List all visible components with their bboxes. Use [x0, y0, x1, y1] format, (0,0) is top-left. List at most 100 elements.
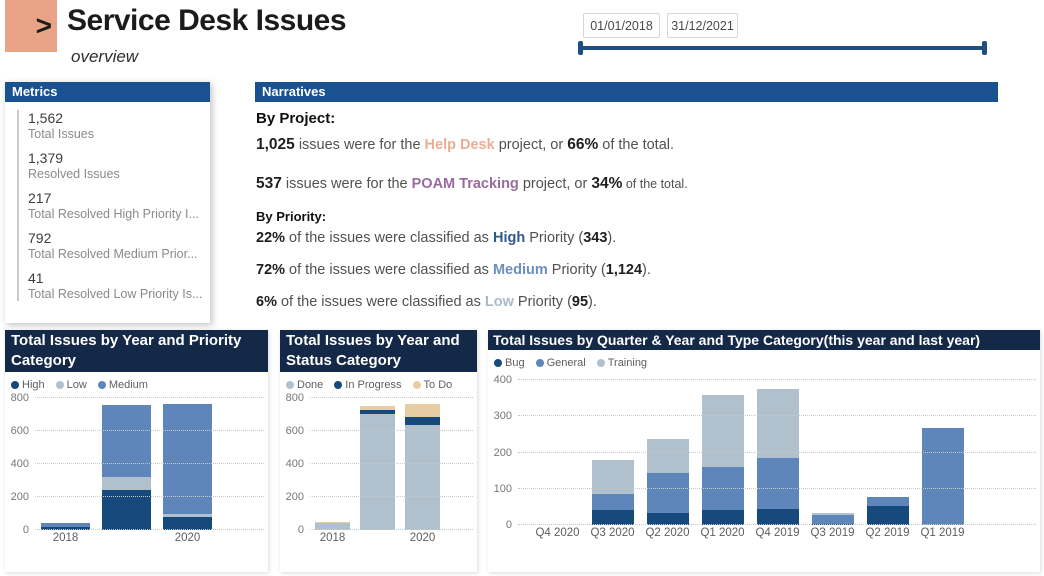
bar-segment-bug[interactable]	[702, 510, 744, 525]
bar-segment-bug[interactable]	[757, 509, 799, 525]
bar-segment-done[interactable]	[360, 414, 395, 530]
percent-value: 6%	[256, 294, 277, 310]
legend-item-high[interactable]: High	[11, 379, 45, 391]
plot-row: 0200400600800	[5, 398, 268, 530]
bar-segment-medium[interactable]	[102, 405, 151, 477]
percent-value: 66%	[567, 136, 598, 153]
y-axis: 0100200300400	[488, 380, 518, 525]
slider-track[interactable]	[580, 46, 985, 50]
dashboard: > Service Desk Issues overview Metrics 1…	[0, 0, 1044, 576]
issue-count: 343	[583, 230, 607, 246]
legend-item-general[interactable]: General	[536, 357, 586, 369]
metric-item[interactable]: 217Total Resolved High Priority I...	[28, 190, 210, 221]
legend-dot	[494, 359, 502, 367]
y-tick-label: 300	[494, 410, 512, 422]
chart-legend: High Low Medium	[5, 372, 268, 392]
percent-value: 34%	[591, 175, 622, 192]
narrative-text: project, or	[495, 137, 568, 153]
bar-segment-training[interactable]	[647, 439, 689, 473]
gridline	[310, 496, 473, 497]
x-axis-label	[96, 532, 157, 544]
bar-segment-to-do[interactable]	[405, 404, 440, 417]
bar-segment-bug[interactable]	[867, 506, 909, 525]
narrative-text: of the issues were classified as	[285, 262, 493, 278]
priority-high-label: High	[493, 230, 525, 246]
legend-label: Training	[608, 357, 647, 369]
plot-row: 0200400600800	[280, 398, 477, 530]
gridline	[310, 397, 473, 398]
narrative-line-help-desk: 1,025 issues were for the Help Desk proj…	[256, 136, 998, 154]
bar-q4-2019[interactable]	[757, 389, 799, 525]
bar-segment-bug[interactable]	[592, 510, 634, 525]
legend-item-training[interactable]: Training	[597, 357, 647, 369]
bar-segment-general[interactable]	[867, 497, 909, 506]
gridline	[310, 430, 473, 431]
metric-item[interactable]: 792Total Resolved Medium Prior...	[28, 230, 210, 261]
bar-2020[interactable]	[163, 404, 212, 530]
narratives-panel: Narratives By Project: 1,025 issues were…	[255, 82, 998, 310]
bar-q3-2020[interactable]	[592, 460, 634, 525]
legend-item-to-do[interactable]: To Do	[413, 379, 453, 391]
y-tick-label: 200	[494, 447, 512, 459]
legend-item-in-progress[interactable]: In Progress	[334, 379, 401, 391]
bars	[310, 398, 445, 530]
metric-item[interactable]: 41Total Resolved Low Priority Is...	[28, 270, 210, 301]
bar-segment-low[interactable]	[102, 477, 151, 490]
bar-segment-training[interactable]	[757, 389, 799, 458]
narrative-text: issues were for the	[282, 176, 412, 192]
legend-item-bug[interactable]: Bug	[494, 357, 525, 369]
bar-q2-2019[interactable]	[867, 497, 909, 525]
narrative-text: of the total.	[598, 137, 674, 153]
x-axis-spacer	[5, 532, 35, 544]
x-axis-label: Q2 2019	[860, 527, 915, 539]
bar-segment-general[interactable]	[592, 494, 634, 510]
x-axis-label: Q3 2019	[805, 527, 860, 539]
chart-title: Total Issues by Year and Status Category	[280, 330, 477, 372]
x-axis: Q4 2020Q3 2020Q2 2020Q1 2020Q4 2019Q3 20…	[488, 527, 1040, 539]
date-end-input[interactable]	[667, 13, 738, 38]
gridline	[518, 452, 1036, 453]
legend-item-done[interactable]: Done	[286, 379, 323, 391]
bar-segment-general[interactable]	[647, 473, 689, 513]
metric-item[interactable]: 1,379Resolved Issues	[28, 150, 210, 181]
narrative-text: Priority (	[525, 230, 583, 246]
legend-dot	[597, 359, 605, 367]
bar-2019[interactable]	[102, 405, 151, 530]
chart-issues-by-year-status: Total Issues by Year and Status Category…	[280, 330, 477, 572]
legend-label: General	[547, 357, 586, 369]
bar-segment-general[interactable]	[922, 428, 964, 525]
y-tick-label: 400	[494, 374, 512, 386]
bar-2020[interactable]	[405, 404, 440, 530]
legend-item-medium[interactable]: Medium	[98, 379, 148, 391]
legend-item-low[interactable]: Low	[56, 379, 87, 391]
gridline	[310, 529, 473, 530]
bar-segment-general[interactable]	[812, 515, 854, 524]
bar-2019[interactable]	[360, 406, 395, 530]
y-tick-label: 600	[11, 425, 29, 437]
bar-q1-2019[interactable]	[922, 428, 964, 525]
bar-segment-training[interactable]	[592, 460, 634, 494]
by-priority-heading: By Priority:	[256, 209, 998, 224]
bar-segment-general[interactable]	[757, 458, 799, 509]
bar-segment-done[interactable]	[405, 425, 440, 530]
date-start-input[interactable]	[583, 13, 660, 38]
gridline	[35, 430, 264, 431]
date-range-slider[interactable]	[578, 41, 987, 55]
bar-column	[96, 405, 157, 530]
bar-segment-medium[interactable]	[163, 404, 212, 514]
gridline	[518, 488, 1036, 489]
gridline	[310, 463, 473, 464]
metric-value: 792	[28, 230, 210, 246]
slider-handle-end[interactable]	[982, 41, 987, 55]
gridline	[518, 379, 1036, 380]
y-tick-label: 0	[298, 524, 304, 536]
bar-segment-in-progress[interactable]	[405, 417, 440, 425]
x-axis: 20182020	[280, 532, 477, 544]
bar-segment-training[interactable]	[702, 395, 744, 467]
gridline	[518, 415, 1036, 416]
bars	[35, 398, 218, 530]
x-axis-label: Q2 2020	[640, 527, 695, 539]
slider-handle-start[interactable]	[578, 41, 583, 55]
percent-value: 72%	[256, 262, 285, 278]
metric-item[interactable]: 1,562Total Issues	[28, 110, 210, 141]
